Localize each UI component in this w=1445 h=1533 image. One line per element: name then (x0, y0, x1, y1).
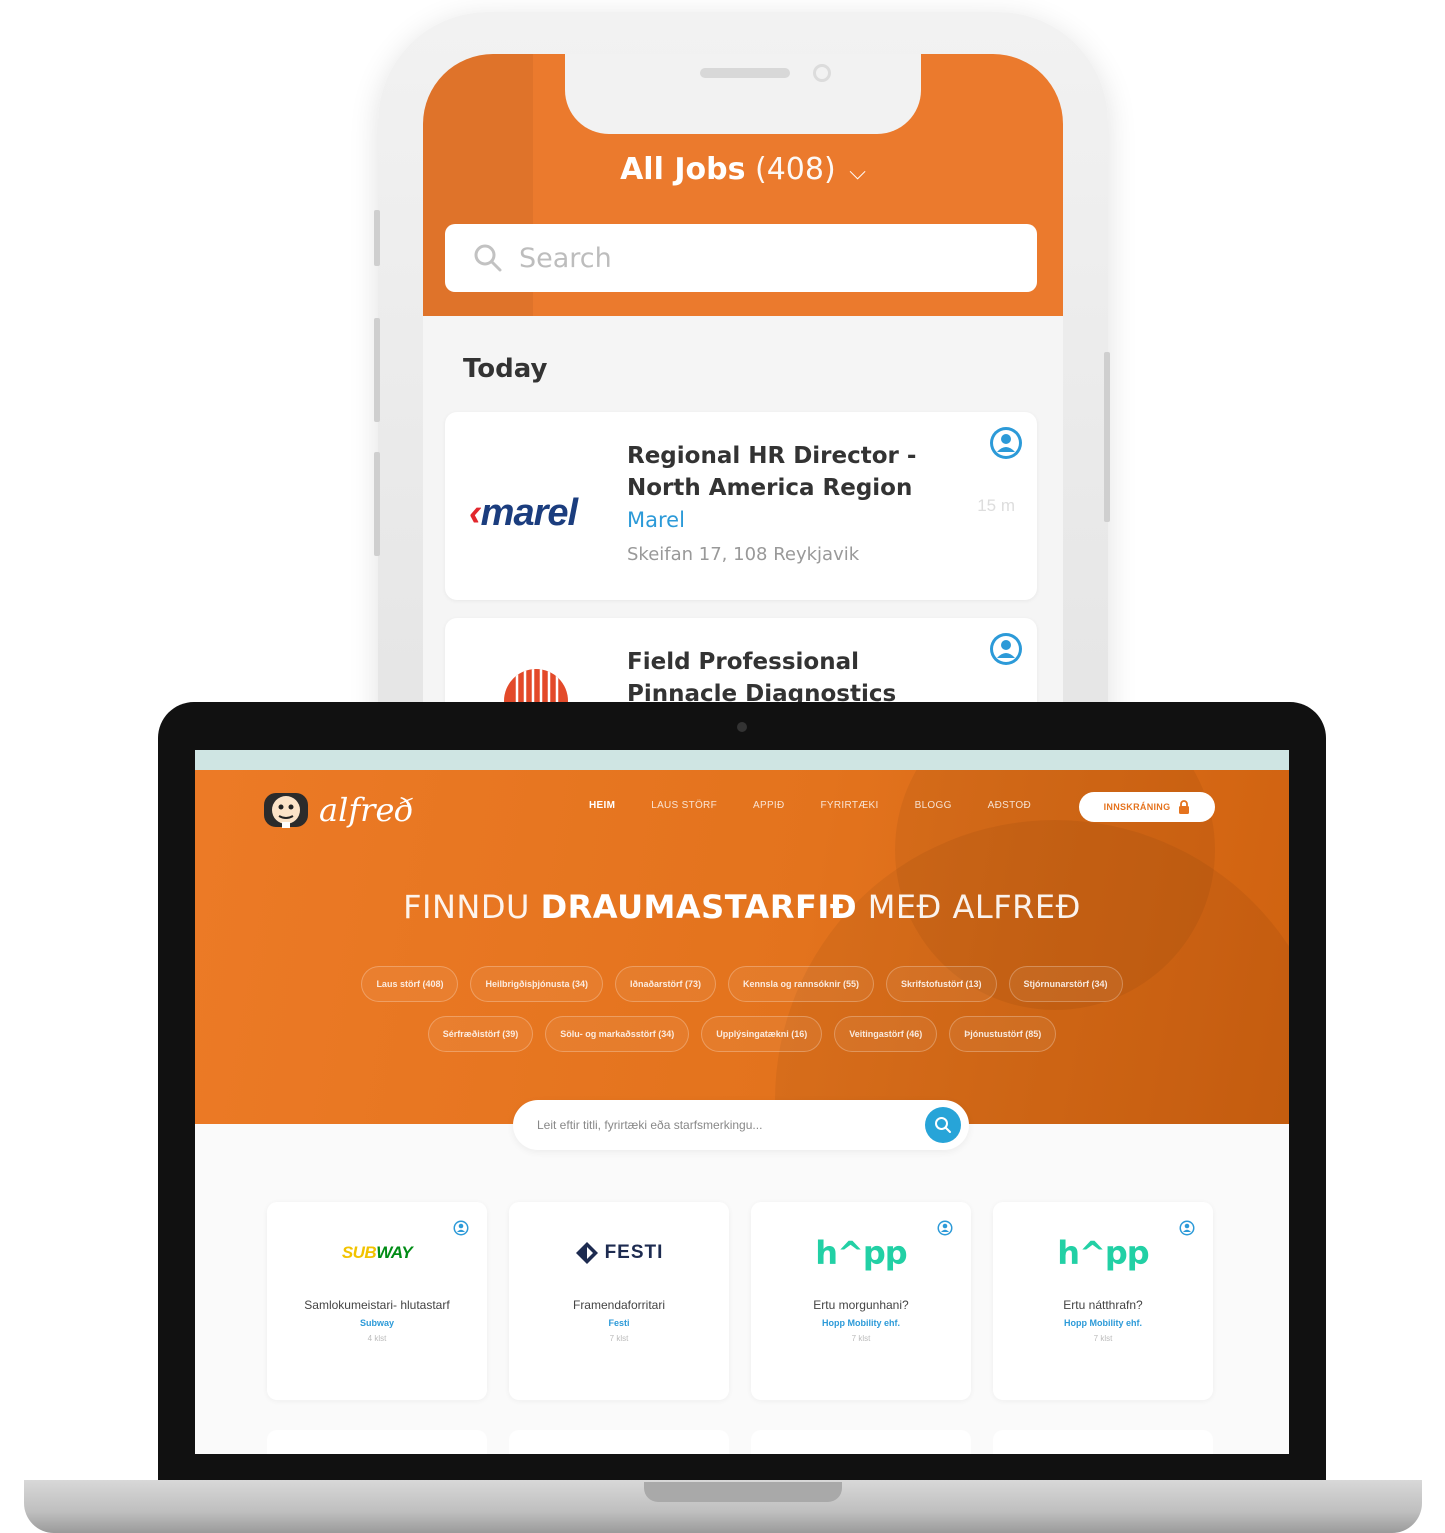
job-card[interactable]: h^pp Ertu morgunhani? Hopp Mobility ehf.… (751, 1202, 971, 1400)
job-card-grid-row2 (267, 1430, 1213, 1454)
jobs-title: All Jobs (620, 152, 746, 187)
job-title: Ertu morgunhani? (813, 1298, 909, 1312)
category-pill[interactable]: Iðnaðarstörf (73) (614, 966, 716, 1002)
phone-search-bar[interactable] (445, 224, 1037, 292)
job-card[interactable]: FESTI Framendaforritari Festi 7 klst (509, 1202, 729, 1400)
category-pill[interactable]: Skrifstofustörf (13) (886, 966, 997, 1002)
company-logo-hopp: h^pp (1057, 1234, 1149, 1272)
job-card[interactable] (509, 1430, 729, 1454)
nav-item-adstod[interactable]: AÐSTOÐ (988, 800, 1031, 811)
job-title: Ertu nátthrafn? (1063, 1298, 1143, 1312)
login-button[interactable]: INNSKRÁNING (1079, 792, 1215, 822)
search-icon (474, 244, 502, 272)
phone-search-input[interactable] (519, 242, 999, 274)
phone-screen: All Jobs (408) ⌵ Today ‹marel Regional H… (423, 54, 1063, 794)
category-pill[interactable]: Upplýsingatækni (16) (701, 1016, 823, 1052)
person-badge-icon (453, 1220, 469, 1236)
company-logo-festi: FESTI (509, 1236, 729, 1270)
main-nav: HEIM LAUS STÖRF APPIÐ FYRIRTÆKI BLOGG AÐ… (589, 800, 1067, 811)
person-badge-icon (990, 633, 1022, 665)
person-badge-icon (1179, 1220, 1195, 1236)
category-pill[interactable]: Laus störf (408) (361, 966, 459, 1002)
company-logo-subway: SUBWAY (341, 1243, 413, 1262)
browser-bar (195, 750, 1289, 770)
job-posted-time: 15 m (977, 496, 1015, 515)
category-row: Sérfræðistörf (39) Sölu- og markaðsstörf… (195, 1016, 1289, 1052)
person-badge-icon (990, 427, 1022, 459)
alfred-logo[interactable]: alfreð (263, 790, 414, 830)
nav-item-laus-storf[interactable]: LAUS STÖRF (651, 800, 717, 811)
job-card[interactable] (751, 1430, 971, 1454)
job-location: Skeifan 17, 108 Reykjavik (627, 544, 860, 565)
company-logo-marel: ‹marel (469, 492, 578, 534)
job-title: Field Professional Pinnacle Diagnostics (627, 649, 897, 707)
search-icon (935, 1117, 951, 1133)
phone-mute-switch (374, 210, 380, 266)
category-pill[interactable]: Þjónustustörf (85) (949, 1016, 1057, 1052)
phone-volume-down (374, 452, 380, 556)
festi-diamond-icon (575, 1242, 598, 1264)
job-card[interactable]: h^pp Ertu nátthrafn? Hopp Mobility ehf. … (993, 1202, 1213, 1400)
chevron-down-icon: ⌵ (849, 160, 866, 185)
phone-volume-up (374, 318, 380, 422)
company-logo-hopp: h^pp (815, 1234, 907, 1272)
job-company[interactable]: Marel (627, 508, 685, 532)
job-title: Framendaforritari (572, 1298, 666, 1312)
job-card[interactable]: SUBWAY Samlokumeistari- hlutastarf Subwa… (267, 1202, 487, 1400)
job-posted-time: 7 klst (1093, 1334, 1113, 1343)
alfred-mascot-icon (264, 793, 308, 828)
laptop-screen: alfreð HEIM LAUS STÖRF APPIÐ FYRIRTÆKI B… (195, 750, 1289, 1454)
job-posted-time: 7 klst (851, 1334, 871, 1343)
category-pill[interactable]: Sölu- og markaðsstörf (34) (545, 1016, 690, 1052)
hero-section: alfreð HEIM LAUS STÖRF APPIÐ FYRIRTÆKI B… (195, 770, 1289, 1124)
category-pill[interactable]: Kennsla og rannsóknir (55) (728, 966, 875, 1002)
job-company[interactable]: Hopp Mobility ehf. (751, 1318, 971, 1328)
category-row: Laus störf (408) Heilbrigðisþjónusta (34… (195, 966, 1289, 1002)
lock-icon (1179, 800, 1190, 814)
job-title: Samlokumeistari- hlutastarf (304, 1298, 450, 1312)
laptop-camera (737, 722, 747, 732)
login-label: INNSKRÁNING (1103, 802, 1171, 812)
category-pill[interactable]: Sérfræðistörf (39) (427, 1016, 534, 1052)
job-card[interactable]: ‹marel Regional HR Director - North Amer… (445, 412, 1037, 600)
category-pill[interactable]: Stjórnunarstörf (34) (1008, 966, 1123, 1002)
nav-item-heim[interactable]: HEIM (589, 800, 615, 811)
site-search-bar[interactable] (513, 1100, 969, 1150)
job-company[interactable]: Festi (509, 1318, 729, 1328)
hero-title: FINNDU DRAUMASTARFIÐ MEÐ ALFREÐ (403, 888, 1081, 926)
nav-item-appid[interactable]: APPIÐ (753, 800, 785, 811)
site-search-input[interactable] (537, 1118, 897, 1132)
nav-item-fyrirtaeki[interactable]: FYRIRTÆKI (821, 800, 879, 811)
phone-camera (813, 64, 831, 82)
job-card[interactable] (993, 1430, 1213, 1454)
job-company[interactable]: Hopp Mobility ehf. (993, 1318, 1213, 1328)
site-search-button[interactable] (925, 1107, 961, 1143)
laptop-opening-notch (644, 1482, 842, 1502)
category-pill[interactable]: Heilbrigðisþjónusta (34) (470, 966, 603, 1002)
jobs-count: (408) (754, 152, 836, 187)
nav-item-blogg[interactable]: BLOGG (915, 800, 952, 811)
phone-power-button (1104, 352, 1110, 522)
job-card[interactable] (267, 1430, 487, 1454)
job-card-grid: SUBWAY Samlokumeistari- hlutastarf Subwa… (267, 1202, 1213, 1400)
category-pill[interactable]: Veitingastörf (46) (834, 1016, 938, 1052)
job-posted-time: 4 klst (367, 1334, 387, 1343)
alfred-wordmark: alfreð (319, 791, 414, 829)
job-title: Regional HR Director - North America Reg… (627, 443, 917, 501)
section-label-today: Today (463, 354, 548, 384)
phone-notch (565, 54, 921, 134)
job-company[interactable]: Subway (267, 1318, 487, 1328)
phone-speaker (700, 68, 790, 78)
jobs-filter-dropdown[interactable]: All Jobs (408) ⌵ (423, 152, 1063, 187)
person-badge-icon (937, 1220, 953, 1236)
job-posted-time: 7 klst (609, 1334, 629, 1343)
